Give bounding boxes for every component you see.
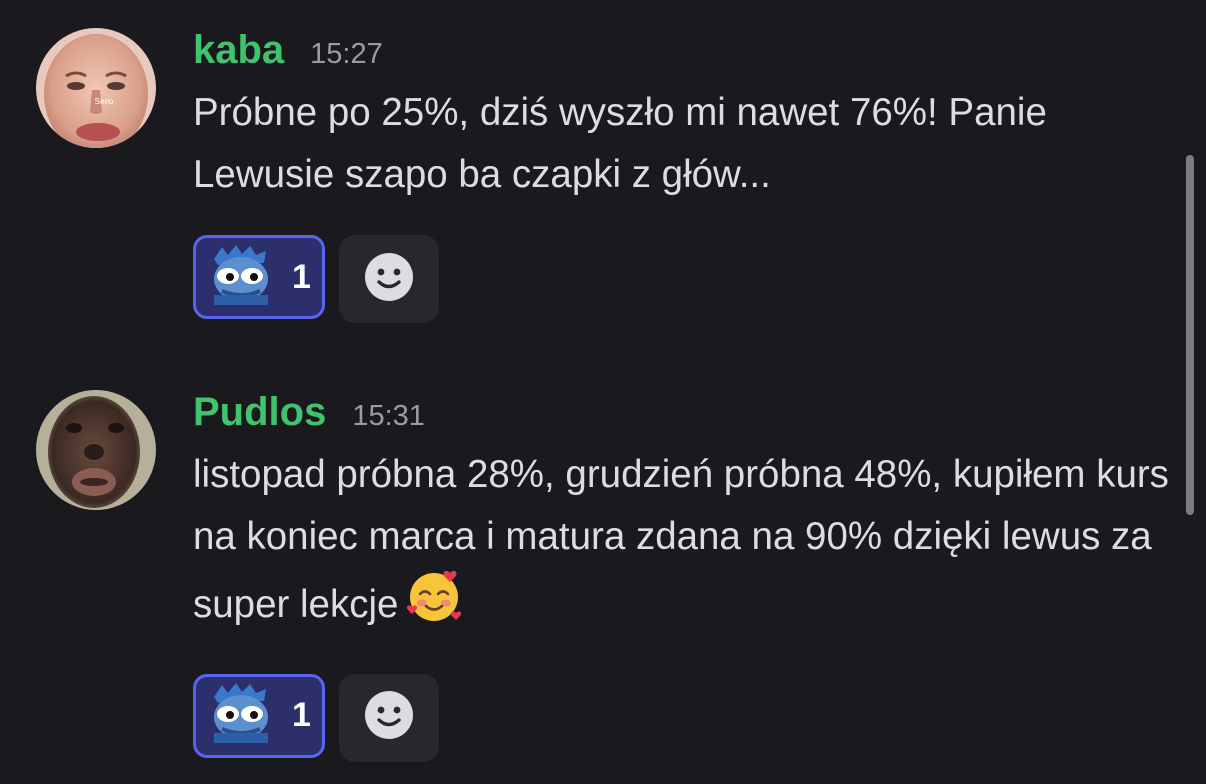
message-text: listopad próbna 28%, grudzień próbna 48%… [193, 453, 1169, 626]
smiley-icon [364, 252, 414, 307]
add-reaction-button[interactable] [339, 673, 439, 762]
pepe-emoji-icon [208, 244, 274, 310]
timestamp: 15:27 [310, 38, 383, 70]
reaction-count: 1 [292, 696, 311, 734]
avatar[interactable]: Serio [36, 28, 156, 148]
smiling-face-with-hearts-icon [406, 567, 464, 644]
avatar-caption: Serio [95, 97, 114, 106]
avatar[interactable] [36, 390, 156, 510]
username[interactable]: Pudlos [193, 390, 326, 434]
add-reaction-button[interactable] [339, 235, 439, 323]
message-header: kaba 15:27 [193, 28, 1183, 78]
message-content: Pudlos 15:31 listopad próbna 28%, grudzi… [193, 390, 1183, 762]
reaction-button[interactable]: 1 [193, 235, 325, 319]
message-text-container: listopad próbna 28%, grudzień próbna 48%… [193, 444, 1183, 644]
reactions-bar: 1 [193, 235, 1183, 323]
chat-view: Serio kaba 15:27 Próbne po 25%, dziś wys… [0, 0, 1206, 784]
username[interactable]: kaba [193, 28, 284, 72]
reactions-bar: 1 [193, 673, 1183, 762]
message-content: kaba 15:27 Próbne po 25%, dziś wyszło mi… [193, 28, 1183, 323]
smiley-icon [364, 690, 414, 745]
reaction-button[interactable]: 1 [193, 673, 325, 758]
message-text: Próbne po 25%, dziś wyszło mi nawet 76%!… [193, 91, 1047, 196]
scrollbar[interactable] [1186, 155, 1194, 515]
pepe-emoji-icon [208, 683, 274, 748]
timestamp: 15:31 [352, 400, 425, 432]
reaction-count: 1 [292, 257, 311, 296]
message-header: Pudlos 15:31 [193, 390, 1183, 440]
